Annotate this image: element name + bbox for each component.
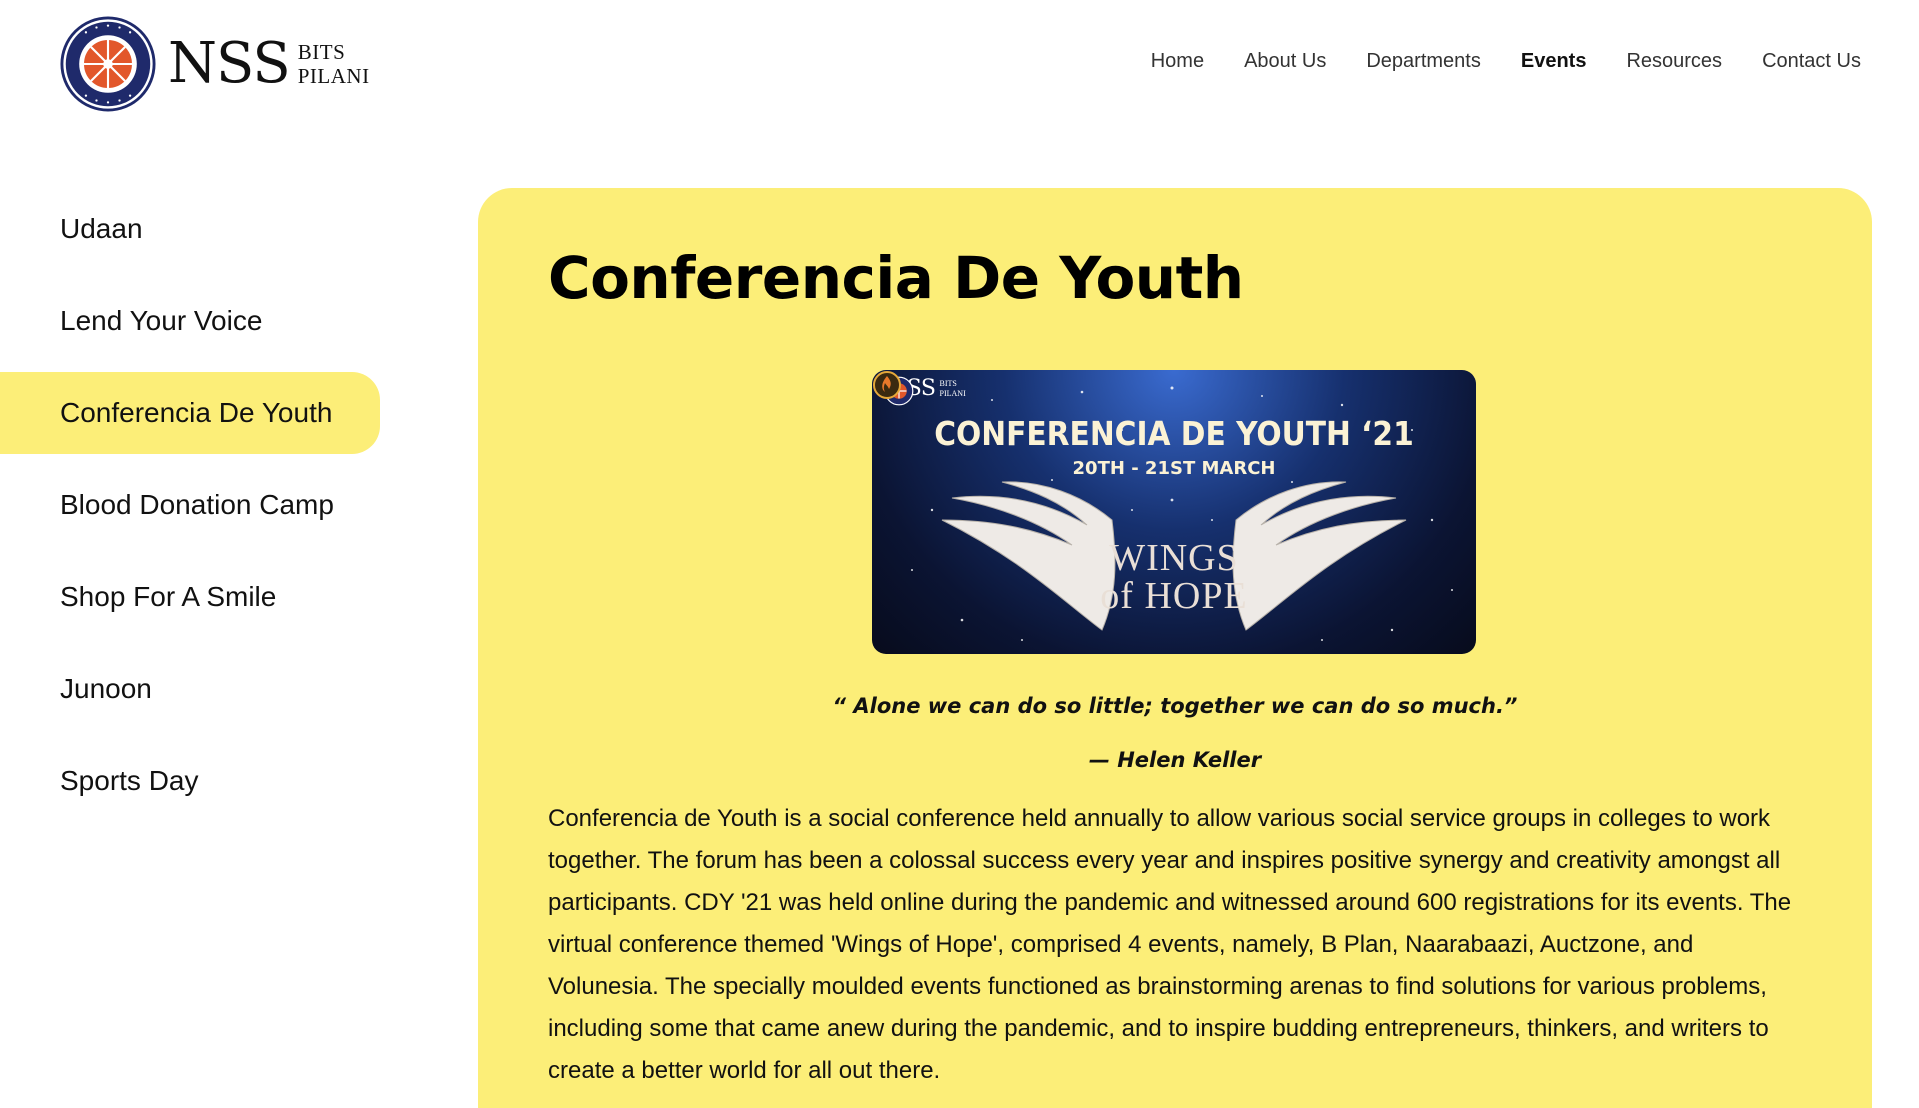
event-quote: “ Alone we can do so little; together we… [832,694,1518,718]
nav-departments[interactable]: Departments [1366,50,1481,73]
flame-badge-icon [873,371,901,399]
sidebar-item-junoon[interactable]: Junoon [0,648,380,730]
site-header: NSS BITS PILANI Home About Us Department… [0,0,1919,130]
poster-tagline-line2: of HOPE [1100,575,1248,617]
sidebar-item-sports-day[interactable]: Sports Day [0,740,380,822]
event-poster: NSS BITS PILANI CONFERENCIA DE YOUTH ‘21… [872,370,1476,654]
nav-about-us[interactable]: About Us [1244,50,1326,73]
poster-logo-sub-line2: PILANI [939,388,966,398]
brand-sub-line1: BITS [297,40,346,64]
nav-contact-us[interactable]: Contact Us [1762,50,1861,73]
sidebar-item-conferencia-de-youth[interactable]: Conferencia De Youth [0,372,380,454]
poster-logo-sub-line1: BITS [939,378,957,388]
brand-name: NSS [168,31,291,96]
nss-emblem-icon [60,16,156,112]
events-sidebar: Udaan Lend Your Voice Conferencia De You… [0,188,380,832]
event-description: Conferencia de Youth is a social confere… [548,805,1792,1084]
main-nav: Home About Us Departments Events Resourc… [1151,50,1861,73]
nav-resources[interactable]: Resources [1626,50,1722,73]
poster-title: CONFERENCIA DE YOUTH ‘21 [934,414,1414,453]
nav-home[interactable]: Home [1151,50,1204,73]
brand-subtitle: BITS PILANI [298,40,370,88]
sidebar-item-udaan[interactable]: Udaan [0,188,380,270]
brand-sub-line2: PILANI [297,64,370,88]
sidebar-item-lend-your-voice[interactable]: Lend Your Voice [0,280,380,362]
brand-logo[interactable]: NSS BITS PILANI [60,16,370,112]
poster-date: 20TH - 21ST MARCH [1072,458,1276,479]
sidebar-item-shop-for-a-smile[interactable]: Shop For A Smile [0,556,380,638]
quote-author: — Helen Keller [1088,748,1262,772]
nav-events[interactable]: Events [1521,50,1587,73]
poster-logo-subtitle: BITS PILANI [940,379,966,399]
page-title: Conferencia De Youth [548,244,1244,312]
sidebar-item-blood-donation-camp[interactable]: Blood Donation Camp [0,464,380,546]
event-content-panel: Conferencia De Youth BITS PILANI CONFERE… [478,188,1872,1108]
